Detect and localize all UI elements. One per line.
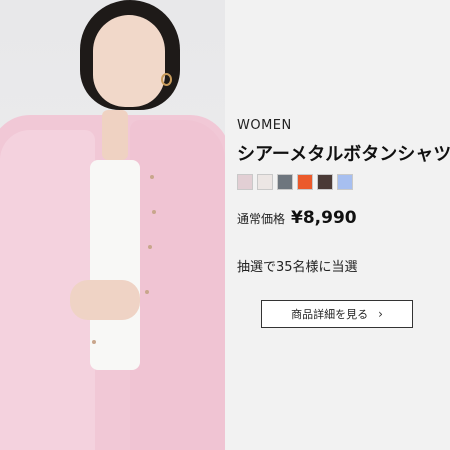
face (93, 15, 165, 107)
product-photo[interactable] (0, 0, 225, 450)
color-swatches (237, 174, 353, 190)
view-details-label: 商品詳細を見る (291, 308, 369, 321)
color-swatch-dark-brown[interactable] (317, 174, 333, 190)
shirt-button (148, 245, 152, 249)
product-info: WOMEN シアーメタルボタンシャツ 通常価格 ¥8,990 抽選で35名様に当… (237, 0, 450, 450)
inner-top (90, 160, 140, 370)
price-label: 通常価格 (237, 212, 286, 226)
shirt-right-panel (130, 120, 225, 450)
promotion-text: 抽選で35名様に当選 (237, 260, 358, 275)
color-swatch-gray[interactable] (277, 174, 293, 190)
product-category: WOMEN (237, 118, 292, 133)
color-swatch-pink[interactable] (237, 174, 253, 190)
price-row: 通常価格 ¥8,990 (237, 208, 357, 228)
color-swatch-orange[interactable] (297, 174, 313, 190)
view-details-button[interactable]: 商品詳細を見る › (261, 300, 413, 328)
earring (161, 73, 172, 86)
shirt-button (145, 290, 149, 294)
promo-card: WOMEN シアーメタルボタンシャツ 通常価格 ¥8,990 抽選で35名様に当… (0, 0, 450, 450)
color-swatch-light-blue[interactable] (337, 174, 353, 190)
shirt-button (92, 340, 96, 344)
product-title[interactable]: シアーメタルボタンシャツ (237, 140, 450, 166)
chevron-right-icon: › (378, 307, 383, 321)
price-value: ¥8,990 (291, 208, 357, 228)
shirt-button (150, 175, 154, 179)
color-swatch-off-white[interactable] (257, 174, 273, 190)
hands (70, 280, 140, 320)
neck (102, 110, 128, 160)
shirt-button (152, 210, 156, 214)
